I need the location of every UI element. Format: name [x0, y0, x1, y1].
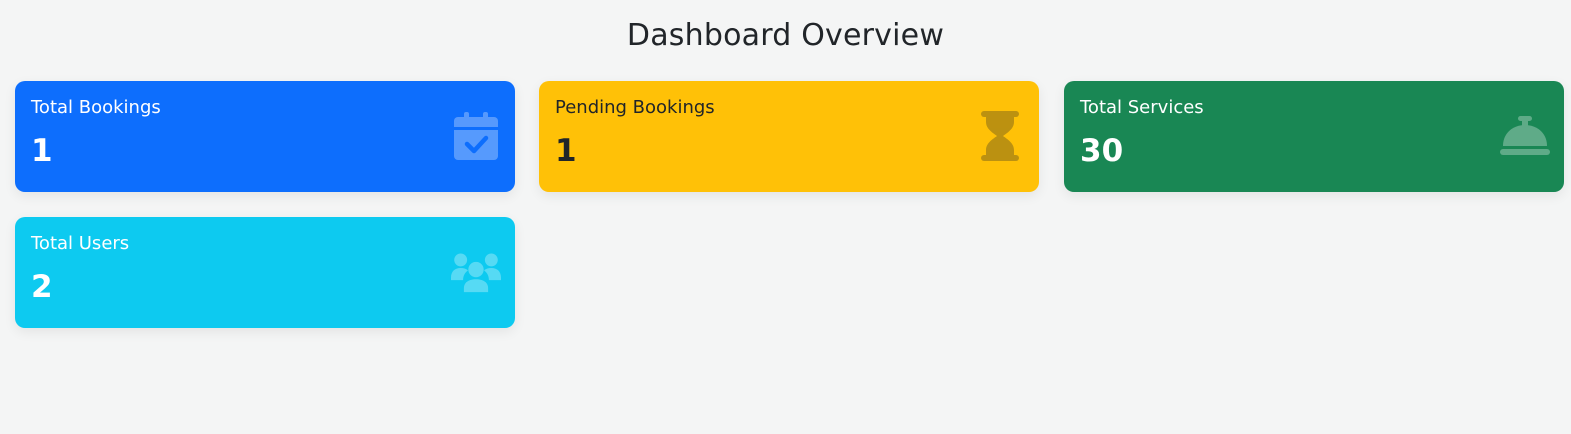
stat-card-pending-bookings: Pending Bookings 1 — [539, 81, 1039, 192]
stat-card-value: 1 — [31, 133, 53, 169]
stat-card-value: 1 — [555, 133, 577, 169]
stat-card-value: 2 — [31, 269, 53, 305]
page-title: Dashboard Overview — [626, 18, 945, 53]
stat-card-total-services: Total Services 30 — [1064, 81, 1564, 192]
stat-card-total-bookings: Total Bookings 1 — [15, 81, 515, 192]
stat-card-label: Pending Bookings — [555, 97, 715, 118]
calendar-check-icon — [451, 111, 501, 161]
concierge-bell-icon — [1500, 111, 1550, 161]
stat-card-label: Total Users — [31, 233, 130, 254]
stat-card-label: Total Bookings — [31, 97, 161, 118]
stat-card-total-users: Total Users 2 — [15, 217, 515, 328]
stat-card-label: Total Services — [1080, 97, 1204, 118]
hourglass-icon — [975, 111, 1025, 161]
users-icon — [451, 247, 501, 297]
stat-card-value: 30 — [1080, 133, 1124, 169]
